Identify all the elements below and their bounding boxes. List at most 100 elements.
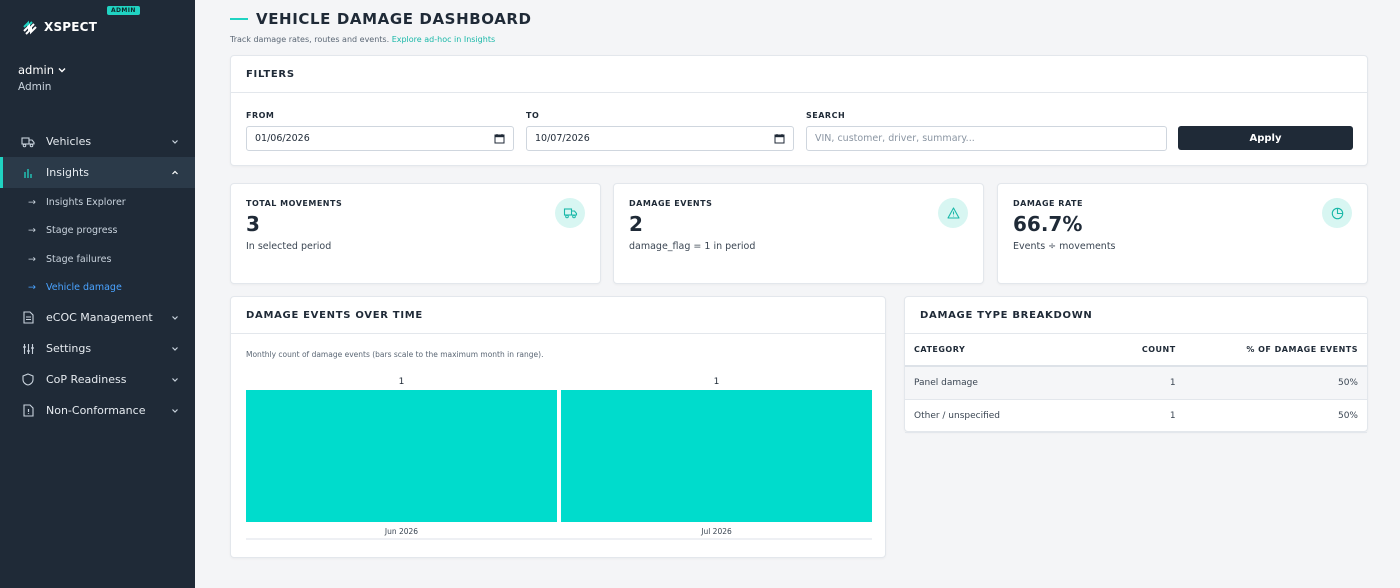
chart-caption: Monthly count of damage events (bars sca… xyxy=(246,350,544,359)
kpi-value: 2 xyxy=(629,212,643,236)
kpi-value: 3 xyxy=(246,212,260,236)
page-header: VEHICLE DAMAGE DASHBOARD Track damage ra… xyxy=(230,10,532,44)
bar-value-label: 1 xyxy=(399,377,405,387)
shield-icon xyxy=(21,373,35,387)
chevron-down-icon xyxy=(58,68,66,73)
document-icon xyxy=(21,311,35,325)
breakdown-table: CATEGORY COUNT % OF DAMAGE EVENTS Panel … xyxy=(905,334,1367,433)
kpi-label: TOTAL MOVEMENTS xyxy=(246,199,343,208)
insights-link[interactable]: Explore ad-hoc in Insights xyxy=(392,35,495,44)
title-accent xyxy=(230,17,248,21)
sidebar-item-label: Settings xyxy=(46,342,92,355)
user-menu[interactable]: admin Admin xyxy=(18,63,66,93)
sidebar-subitem-label: Stage failures xyxy=(46,253,112,265)
user-role: Admin xyxy=(18,81,52,93)
truck-icon xyxy=(555,198,585,228)
x-tick-label: Jul 2026 xyxy=(700,527,732,536)
sidebar-item-label: eCOC Management xyxy=(46,311,153,324)
sidebar-item-settings[interactable]: Settings xyxy=(0,333,195,364)
sidebar-subitem-label: Stage progress xyxy=(46,225,118,237)
table-row: Panel damage 1 50% xyxy=(905,366,1367,400)
arrow-right-icon: → xyxy=(28,282,36,294)
x-tick-label: Jun 2026 xyxy=(384,527,418,536)
to-date-input[interactable]: 10/07/2026 xyxy=(526,126,794,151)
column-header-category[interactable]: CATEGORY xyxy=(905,334,1056,367)
cell-category: Panel damage xyxy=(905,366,1056,400)
search-placeholder: VIN, customer, driver, summary... xyxy=(815,133,975,144)
filters-card: FILTERS FROM 01/06/2026 TO 10/07/2026 SE… xyxy=(230,55,1368,166)
damage-over-time-card: DAMAGE EVENTS OVER TIME Monthly count of… xyxy=(230,296,886,558)
pie-icon xyxy=(1322,198,1352,228)
from-date-value: 01/06/2026 xyxy=(255,133,310,144)
calendar-icon[interactable] xyxy=(494,133,505,144)
calendar-icon[interactable] xyxy=(774,133,785,144)
from-label: FROM xyxy=(246,111,275,120)
sidebar-item-cop-readiness[interactable]: CoP Readiness xyxy=(0,364,195,395)
chevron-down-icon xyxy=(172,377,178,382)
cell-pct: 50% xyxy=(1175,399,1367,433)
sidebar-item-label: Non-Conformance xyxy=(46,404,146,417)
sidebar: XSPECT ADMIN admin Admin Vehicles Insigh… xyxy=(0,0,195,588)
kpi-label: DAMAGE EVENTS xyxy=(629,199,713,208)
logo-mark-icon xyxy=(23,20,37,35)
cell-pct: 50% xyxy=(1175,366,1367,400)
search-label: SEARCH xyxy=(806,111,846,120)
kpi-note: In selected period xyxy=(246,241,332,252)
file-alert-icon xyxy=(21,404,35,418)
column-header-count[interactable]: COUNT xyxy=(1055,334,1176,367)
sidebar-item-ecoc-management[interactable]: eCOC Management xyxy=(0,302,195,333)
sidebar-subitem-stage-progress[interactable]: → Stage progress xyxy=(0,217,195,246)
page-title: VEHICLE DAMAGE DASHBOARD xyxy=(256,10,532,28)
search-input[interactable]: VIN, customer, driver, summary... xyxy=(806,126,1167,151)
user-name: admin xyxy=(18,63,55,77)
column-header-pct[interactable]: % OF DAMAGE EVENTS xyxy=(1175,334,1367,367)
cell-category: Other / unspecified xyxy=(905,399,1056,433)
sidebar-item-label: CoP Readiness xyxy=(46,373,127,386)
sidebar-subitem-label: Insights Explorer xyxy=(46,196,126,208)
chart-bar[interactable] xyxy=(246,390,557,522)
kpi-damage-rate: DAMAGE RATE 66.7% Events ÷ movements xyxy=(997,183,1368,284)
arrow-right-icon: → xyxy=(28,225,36,237)
chevron-down-icon xyxy=(172,139,178,144)
sidebar-item-label: Vehicles xyxy=(46,135,92,148)
kpi-damage-events: DAMAGE EVENTS 2 damage_flag = 1 in perio… xyxy=(613,183,984,284)
admin-badge: ADMIN xyxy=(107,6,140,15)
sidebar-subitem-insights-explorer[interactable]: → Insights Explorer xyxy=(0,188,195,217)
sidebar-subitem-stage-failures[interactable]: → Stage failures xyxy=(0,245,195,274)
from-date-input[interactable]: 01/06/2026 xyxy=(246,126,514,151)
logo-text: XSPECT xyxy=(44,20,98,34)
sidebar-subitem-label: Vehicle damage xyxy=(46,282,122,294)
sidebar-item-insights[interactable]: Insights xyxy=(0,157,195,188)
main-content: VEHICLE DAMAGE DASHBOARD Track damage ra… xyxy=(195,0,1400,588)
chevron-down-icon xyxy=(172,315,178,320)
sidebar-subitem-vehicle-damage[interactable]: → Vehicle damage xyxy=(0,274,195,303)
logo[interactable]: XSPECT xyxy=(22,18,97,36)
chevron-down-icon xyxy=(172,346,178,351)
sidebar-item-non-conformance[interactable]: Non-Conformance xyxy=(0,395,195,426)
kpi-total-movements: TOTAL MOVEMENTS 3 In selected period xyxy=(230,183,601,284)
sidebar-item-vehicles[interactable]: Vehicles xyxy=(0,126,195,157)
apply-button[interactable]: Apply xyxy=(1178,126,1353,150)
sliders-icon xyxy=(21,342,35,356)
kpi-label: DAMAGE RATE xyxy=(1013,199,1083,208)
sidebar-item-label: Insights xyxy=(46,166,90,179)
to-date-value: 10/07/2026 xyxy=(535,133,590,144)
chevron-down-icon xyxy=(172,408,178,413)
page-subtitle: Track damage rates, routes and events. E… xyxy=(230,35,532,44)
chart-title: DAMAGE EVENTS OVER TIME xyxy=(231,297,885,334)
truck-icon xyxy=(21,135,35,149)
kpi-note: Events ÷ movements xyxy=(1013,241,1116,252)
sidebar-nav: Vehicles Insights → Insights Explorer → … xyxy=(0,126,195,426)
bar-value-label: 1 xyxy=(714,377,720,387)
to-label: TO xyxy=(526,111,540,120)
chart-bar[interactable] xyxy=(561,390,872,522)
cell-count: 1 xyxy=(1055,399,1176,433)
cell-count: 1 xyxy=(1055,366,1176,400)
arrow-right-icon: → xyxy=(28,253,36,265)
table-header-row: CATEGORY COUNT % OF DAMAGE EVENTS xyxy=(905,334,1367,367)
damage-breakdown-card: DAMAGE TYPE BREAKDOWN CATEGORY COUNT % O… xyxy=(904,296,1368,433)
page-subtitle-text: Track damage rates, routes and events. xyxy=(230,35,390,44)
table-row: Other / unspecified 1 50% xyxy=(905,399,1367,433)
chevron-up-icon xyxy=(172,170,178,174)
filters-title: FILTERS xyxy=(231,56,1367,93)
